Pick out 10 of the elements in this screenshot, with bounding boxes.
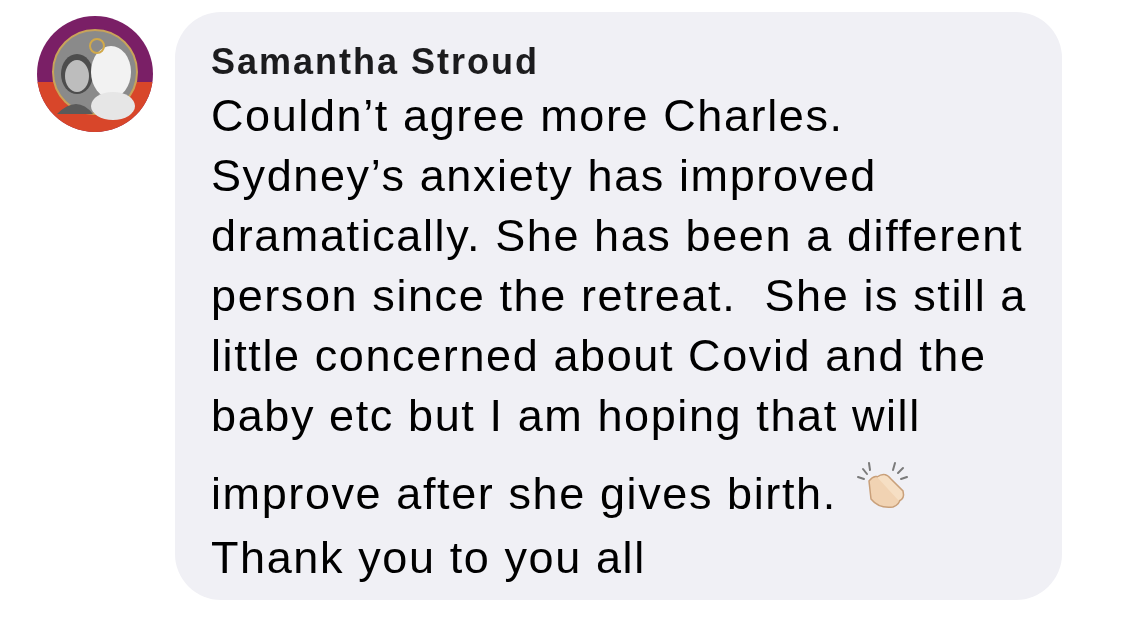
comment-text-line: person since the retreat. She is still a xyxy=(211,270,1027,322)
comment-text-line: little concerned about Covid and the xyxy=(211,330,987,382)
comment-text-line: improve after she gives birth. xyxy=(211,468,837,520)
comment-text-line: baby etc but I am hoping that will xyxy=(211,390,921,442)
author-name[interactable]: Samantha Stroud xyxy=(211,42,540,82)
comment-text-line: Thank you to you all xyxy=(211,532,646,584)
comment-text-line: dramatically. She has been a different xyxy=(211,210,1024,262)
comment-text-line: Couldn’t agree more Charles. xyxy=(211,90,844,142)
clapping-hands-icon xyxy=(854,459,911,509)
comment-text-line: Sydney’s anxiety has improved xyxy=(211,150,877,202)
